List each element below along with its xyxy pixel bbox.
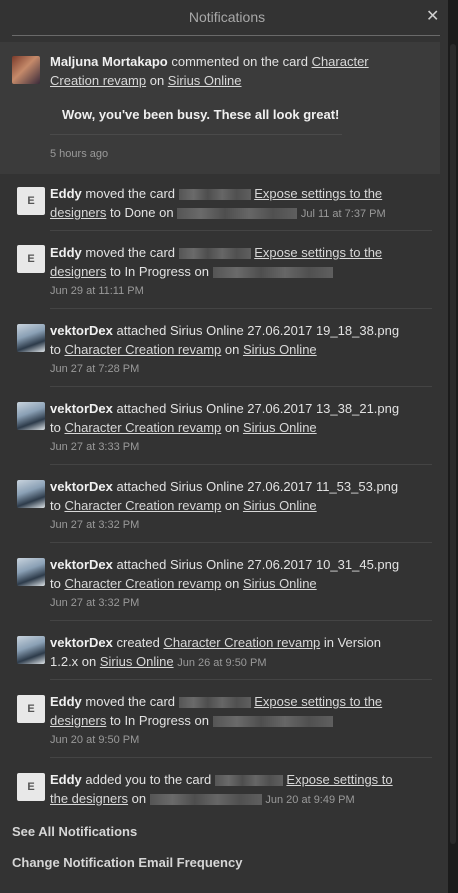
board-link[interactable]: Sirius Online	[243, 576, 317, 591]
see-all-notifications-link[interactable]: See All Notifications	[12, 824, 137, 839]
timestamp: Jun 27 at 3:33 PM	[50, 441, 140, 453]
close-icon[interactable]: ✕	[426, 6, 439, 26]
timestamp: Jun 27 at 3:32 PM	[50, 597, 140, 609]
avatar: E	[17, 187, 45, 215]
notification-text: vektorDex created Character Creation rev…	[50, 635, 381, 669]
card-link[interactable]: Character Creation revamp	[64, 576, 221, 591]
timestamp: Jul 11 at 7:37 PM	[300, 208, 386, 220]
avatar	[17, 636, 45, 664]
redacted	[178, 248, 251, 260]
divider	[50, 542, 432, 543]
board-link[interactable]: Sirius Online	[243, 498, 317, 513]
redacted	[178, 189, 251, 201]
avatar	[17, 558, 45, 586]
change-email-frequency-link[interactable]: Change Notification Email Frequency	[12, 855, 242, 870]
redacted	[177, 208, 298, 220]
timestamp: Jun 20 at 9:50 PM	[50, 734, 140, 746]
timestamp: Jun 20 at 9:49 PM	[265, 794, 355, 806]
notification-text: Eddy moved the card Expose settings to t…	[50, 245, 383, 279]
avatar	[17, 402, 45, 430]
timestamp: 5 hours ago	[50, 148, 109, 160]
comment-quote: Wow, you've been busy. These all look gr…	[50, 99, 342, 135]
timestamp: Jun 29 at 11:11 PM	[50, 285, 144, 297]
notification-text: vektorDex attached Sirius Online 27.06.2…	[50, 557, 400, 591]
notification-text: Eddy added you to the card Expose settin…	[50, 772, 393, 806]
divider	[50, 386, 432, 387]
notification-text: Maljuna Mortakapo commented on the card …	[50, 54, 369, 88]
avatar: E	[17, 773, 45, 801]
notification-text: Eddy moved the card Expose settings to t…	[50, 694, 383, 728]
avatar	[17, 480, 45, 508]
redacted	[178, 697, 251, 709]
notifications-panel: Notifications ✕ Maljuna Mortakapo commen…	[0, 0, 448, 893]
notification-text: Eddy moved the card Expose settings to t…	[50, 186, 386, 220]
notification-text: vektorDex attached Sirius Online 27.06.2…	[50, 479, 399, 513]
timestamp: Jun 27 at 7:28 PM	[50, 363, 140, 375]
card-link[interactable]: Character Creation revamp	[163, 635, 320, 650]
card-link[interactable]: Character Creation revamp	[64, 420, 221, 435]
actor-name: Maljuna Mortakapo	[50, 54, 168, 69]
avatar	[12, 56, 40, 84]
timestamp: Jun 26 at 9:50 PM	[177, 657, 267, 669]
divider	[50, 620, 432, 621]
scrollbar[interactable]	[448, 0, 458, 893]
board-link[interactable]: Sirius Online	[243, 342, 317, 357]
panel-header: Notifications ✕	[0, 0, 448, 36]
board-link[interactable]: Sirius Online	[100, 654, 174, 669]
notification-text: vektorDex attached Sirius Online 27.06.2…	[50, 401, 400, 435]
avatar: E	[17, 695, 45, 723]
avatar: E	[17, 245, 45, 273]
notification-item-comment[interactable]: Maljuna Mortakapo commented on the card …	[0, 42, 440, 174]
board-link[interactable]: Sirius Online	[243, 420, 317, 435]
scrollbar-thumb[interactable]	[450, 44, 456, 844]
card-link[interactable]: Character Creation revamp	[64, 342, 221, 357]
redacted	[149, 794, 262, 806]
notification-text: vektorDex attached Sirius Online 27.06.2…	[50, 323, 400, 357]
divider	[50, 464, 432, 465]
divider	[50, 230, 432, 231]
redacted	[214, 775, 283, 787]
avatar	[17, 324, 45, 352]
panel-title: Notifications	[188, 9, 266, 25]
header-divider	[12, 35, 440, 36]
divider	[50, 679, 432, 680]
divider	[50, 308, 432, 309]
card-link[interactable]: Character Creation revamp	[64, 498, 221, 513]
timestamp: Jun 27 at 3:32 PM	[50, 519, 140, 531]
board-link[interactable]: Sirius Online	[168, 73, 242, 88]
comment-text: Wow, you've been busy. These all look gr…	[62, 107, 340, 122]
redacted	[212, 267, 333, 279]
redacted	[212, 716, 333, 728]
divider	[50, 757, 432, 758]
